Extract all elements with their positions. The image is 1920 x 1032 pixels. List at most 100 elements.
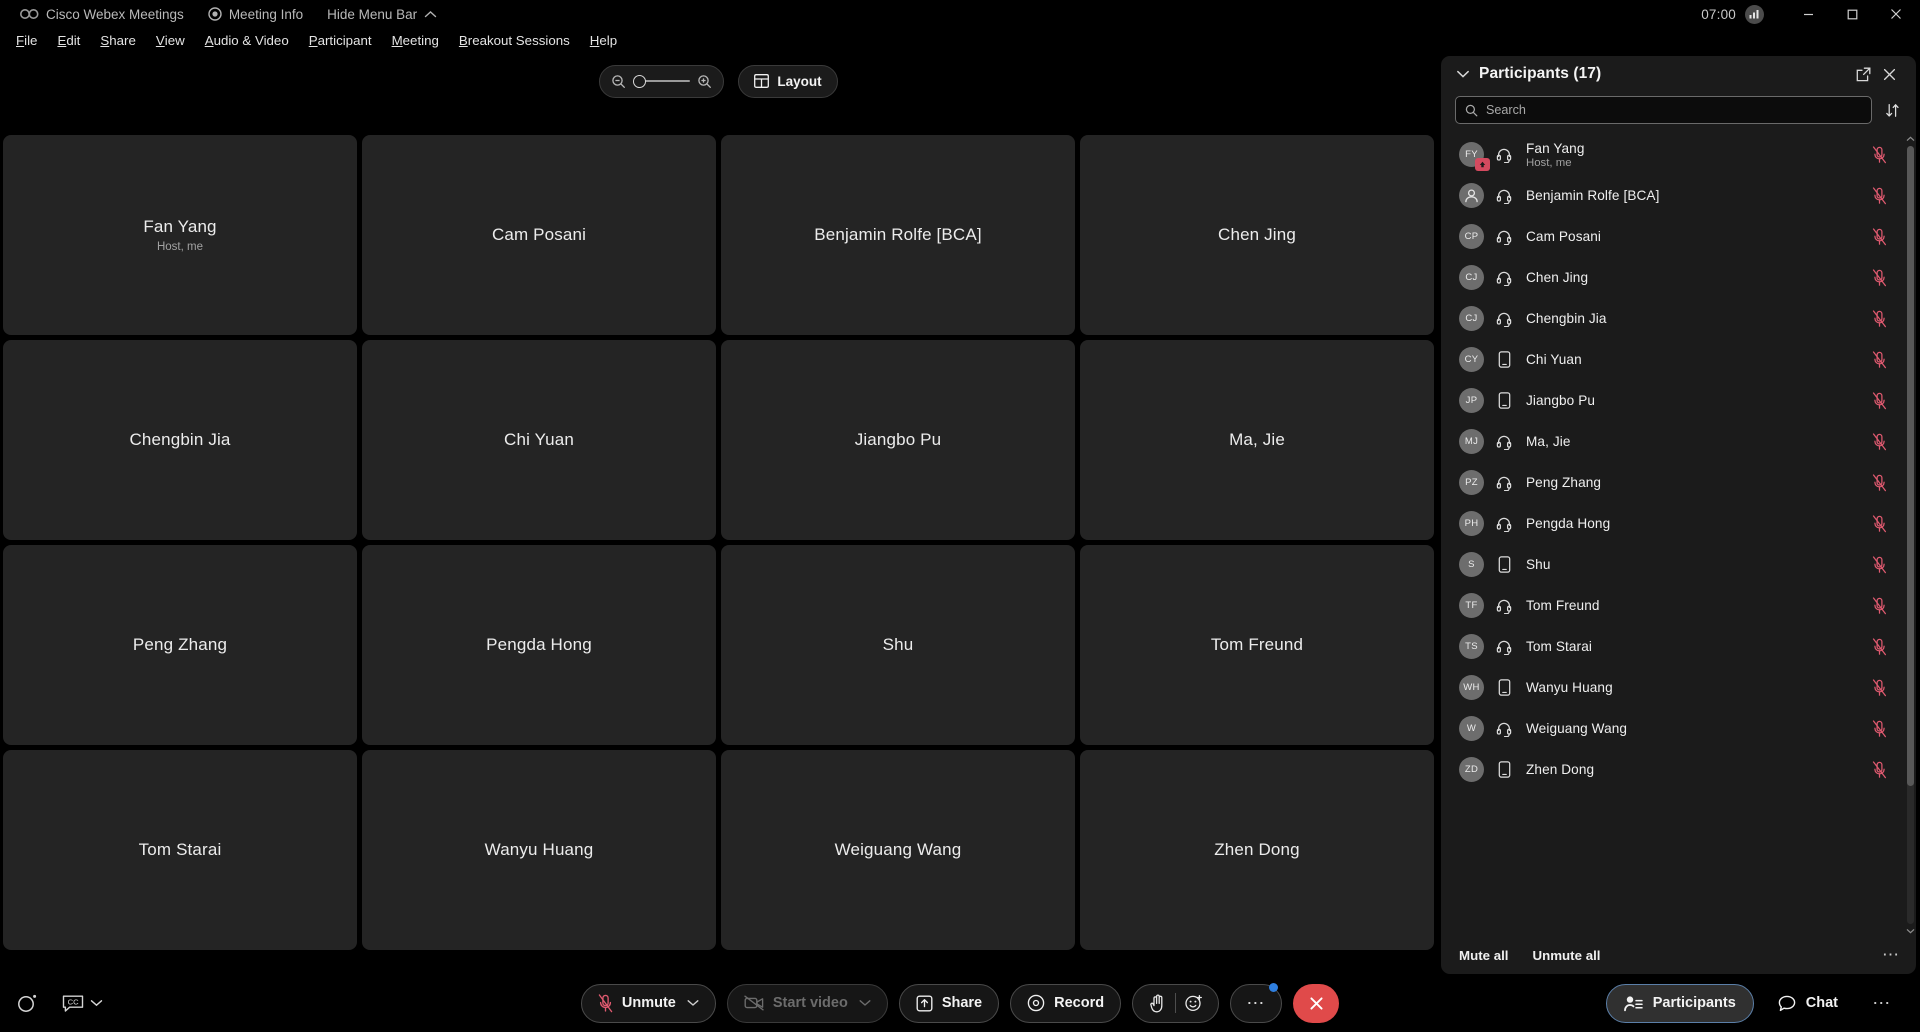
chevron-down-icon[interactable] — [687, 999, 699, 1007]
participant-row[interactable]: CJ Chen Jing — [1441, 257, 1914, 298]
menu-item-help[interactable]: Help — [580, 29, 627, 51]
mic-muted-icon[interactable] — [1870, 227, 1888, 246]
end-meeting-button[interactable] — [1293, 983, 1340, 1023]
layout-button[interactable]: Layout — [738, 64, 838, 98]
mic-muted-icon[interactable] — [1870, 719, 1888, 738]
video-tile[interactable]: Chengbin Jia — [3, 340, 357, 540]
video-tile[interactable]: Zhen Dong — [1080, 750, 1434, 950]
unmute-button[interactable]: Unmute — [580, 983, 716, 1023]
avatar: CJ — [1459, 306, 1484, 331]
participant-name: Chi Yuan — [1526, 352, 1582, 367]
mic-muted-icon[interactable] — [1870, 268, 1888, 287]
video-tile-name: Peng Zhang — [132, 635, 228, 654]
video-tile[interactable]: Chen Jing — [1080, 135, 1434, 335]
menu-item-edit[interactable]: Edit — [47, 29, 90, 51]
participant-row[interactable]: TF Tom Freund — [1441, 585, 1914, 626]
participant-row[interactable]: ZD Zhen Dong — [1441, 749, 1914, 790]
participant-name: Tom Starai — [1526, 639, 1592, 654]
zoom-slider-handle[interactable] — [633, 74, 647, 88]
menu-item-breakout-sessions[interactable]: Breakout Sessions — [449, 29, 580, 51]
participant-row[interactable]: CJ Chengbin Jia — [1441, 298, 1914, 339]
menu-item-file[interactable]: File — [6, 29, 47, 51]
more-horizontal-icon[interactable]: ⋯ — [1862, 984, 1902, 1023]
mic-muted-icon[interactable] — [1870, 145, 1888, 164]
video-tile[interactable]: Tom Freund — [1080, 545, 1434, 745]
raise-hand-icon[interactable] — [1139, 985, 1175, 1022]
zoom-in-icon[interactable] — [697, 74, 712, 89]
participant-row[interactable]: PH Pengda Hong — [1441, 503, 1914, 544]
zoom-slider-control[interactable] — [599, 64, 725, 98]
maximize-icon[interactable] — [1830, 0, 1874, 28]
video-tile[interactable]: Wanyu Huang — [362, 750, 716, 950]
mic-muted-icon[interactable] — [1870, 596, 1888, 615]
participant-row[interactable]: MJ Ma, Jie — [1441, 421, 1914, 462]
participant-row[interactable]: JP Jiangbo Pu — [1441, 380, 1914, 421]
participant-row[interactable]: CP Cam Posani — [1441, 216, 1914, 257]
video-tile[interactable]: Tom Starai — [3, 750, 357, 950]
mic-muted-icon[interactable] — [1870, 186, 1888, 205]
more-options-button[interactable]: ⋯ — [1230, 982, 1283, 1023]
zoom-out-icon[interactable] — [611, 74, 626, 89]
menu-item-participant[interactable]: Participant — [299, 29, 382, 51]
mute-all-button[interactable]: Mute all — [1459, 948, 1509, 963]
chat-toggle-button[interactable]: Chat — [1760, 984, 1856, 1023]
mic-muted-icon[interactable] — [1870, 555, 1888, 574]
video-tile[interactable]: Fan Yang Host, me — [3, 135, 357, 335]
participant-row[interactable]: W Weiguang Wang — [1441, 708, 1914, 749]
video-tile[interactable]: Weiguang Wang — [721, 750, 1075, 950]
video-tile[interactable]: Chi Yuan — [362, 340, 716, 540]
close-icon[interactable] — [1874, 0, 1918, 28]
mic-muted-icon[interactable] — [1870, 391, 1888, 410]
menu-item-audio-video[interactable]: Audio & Video — [195, 29, 299, 51]
participant-row[interactable]: WH Wanyu Huang — [1441, 667, 1914, 708]
scrollbar-thumb[interactable] — [1907, 146, 1914, 786]
reaction-smiley-icon[interactable] — [1176, 985, 1212, 1022]
more-horizontal-icon[interactable]: ⋯ — [1882, 945, 1900, 965]
participants-toggle-button[interactable]: Participants — [1605, 983, 1754, 1023]
video-tile[interactable]: Jiangbo Pu — [721, 340, 1075, 540]
video-tile[interactable]: Pengda Hong — [362, 545, 716, 745]
participant-row[interactable]: PZ Peng Zhang — [1441, 462, 1914, 503]
participant-row[interactable]: TS Tom Starai — [1441, 626, 1914, 667]
video-tile[interactable]: Peng Zhang — [3, 545, 357, 745]
share-button[interactable]: Share — [898, 983, 1000, 1023]
video-tile[interactable]: Ma, Jie — [1080, 340, 1434, 540]
scroll-down-chevron-icon[interactable] — [1906, 928, 1915, 934]
minimize-icon[interactable] — [1786, 0, 1830, 28]
participant-row[interactable]: CY Chi Yuan — [1441, 339, 1914, 380]
signal-bars-icon[interactable] — [1745, 4, 1764, 24]
start-video-button[interactable]: Start video — [726, 983, 888, 1023]
menu-item-view[interactable]: View — [146, 29, 195, 51]
mic-muted-icon[interactable] — [1870, 309, 1888, 328]
mic-muted-icon[interactable] — [1870, 432, 1888, 451]
mic-muted-icon[interactable] — [1870, 350, 1888, 369]
open-in-new-window-icon[interactable] — [1850, 61, 1876, 87]
meeting-info-button[interactable]: Meeting Info — [196, 1, 315, 27]
participant-row[interactable]: Benjamin Rolfe [BCA] — [1441, 175, 1914, 216]
video-tile[interactable]: Cam Posani — [362, 135, 716, 335]
mic-muted-icon[interactable] — [1870, 760, 1888, 779]
menu-item-meeting[interactable]: Meeting — [382, 29, 449, 51]
menu-item-share[interactable]: Share — [90, 29, 146, 51]
participant-row[interactable]: FY Fan Yang Host, me — [1441, 134, 1914, 175]
participants-list[interactable]: FY Fan Yang Host, me Benjamin Rolfe [BCA] CP… — [1441, 134, 1916, 936]
mic-muted-icon[interactable] — [1870, 473, 1888, 492]
zoom-slider-track[interactable] — [633, 74, 691, 88]
search-input[interactable]: Search — [1455, 96, 1872, 124]
sort-arrows-icon[interactable] — [1880, 98, 1904, 122]
mic-muted-icon[interactable] — [1870, 637, 1888, 656]
close-icon[interactable] — [1876, 61, 1902, 87]
mic-muted-icon[interactable] — [1870, 514, 1888, 533]
mic-muted-icon[interactable] — [1870, 678, 1888, 697]
avatar: WH — [1459, 675, 1484, 700]
scroll-up-chevron-icon[interactable] — [1906, 136, 1915, 142]
hide-menu-bar-button[interactable]: Hide Menu Bar — [315, 1, 449, 27]
record-button[interactable]: Record — [1010, 983, 1122, 1023]
participant-name: Fan Yang — [1526, 140, 1585, 156]
unmute-all-button[interactable]: Unmute all — [1533, 948, 1601, 963]
video-tile[interactable]: Benjamin Rolfe [BCA] — [721, 135, 1075, 335]
chevron-down-icon[interactable] — [1452, 63, 1474, 85]
participant-row[interactable]: S Shu — [1441, 544, 1914, 585]
chevron-down-icon[interactable] — [859, 999, 871, 1007]
video-tile[interactable]: Shu — [721, 545, 1075, 745]
